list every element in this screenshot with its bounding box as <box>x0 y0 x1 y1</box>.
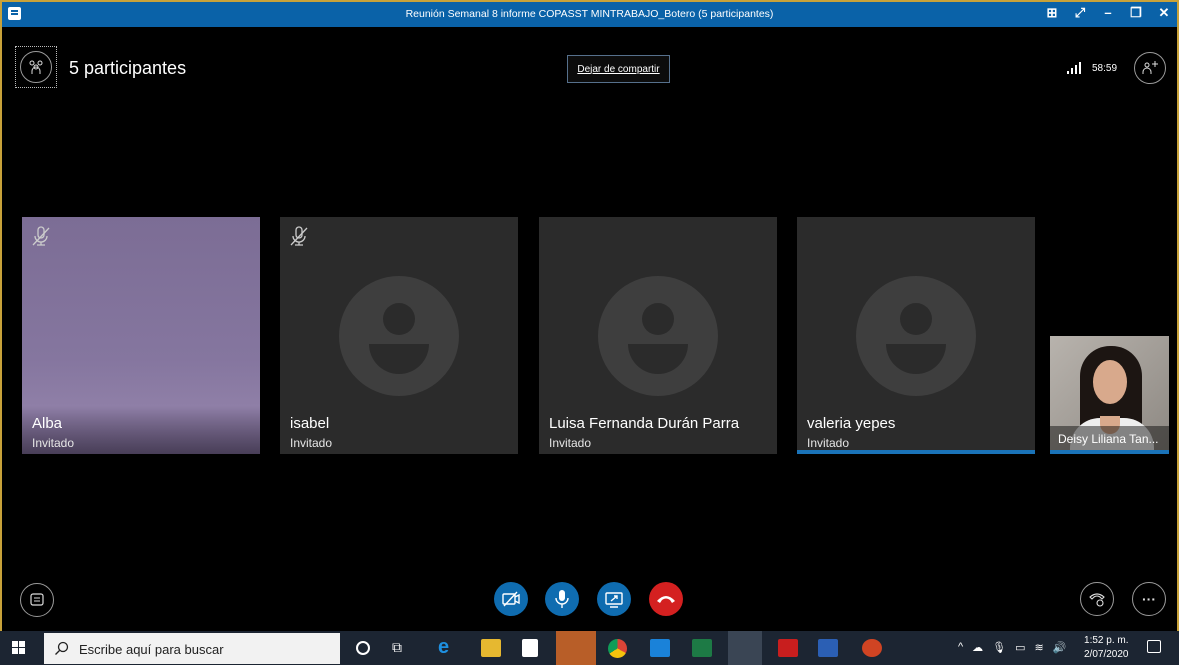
mail-icon[interactable] <box>650 639 670 657</box>
add-people-button[interactable] <box>1134 52 1166 84</box>
microphone-tray-icon[interactable]: 🎙 <box>992 641 1006 654</box>
acrobat-icon[interactable] <box>778 639 798 657</box>
microphone-icon <box>555 590 569 608</box>
mic-muted-icon <box>290 226 308 246</box>
word-icon[interactable] <box>818 639 838 657</box>
participant-tile[interactable]: Luisa Fernanda Durán Parra Invitado <box>539 217 777 454</box>
edge-browser-icon[interactable]: e <box>438 636 458 658</box>
ellipsis-icon: ··· <box>1142 591 1156 607</box>
microphone-button[interactable] <box>545 582 579 616</box>
file-explorer-icon[interactable] <box>481 639 501 657</box>
call-timer: 58:59 <box>1092 63 1118 74</box>
windows-taskbar: Escribe aquí para buscar ⧉ e ^ ☁ 🎙 ▭ ≋ 🔊… <box>0 631 1179 665</box>
battery-icon[interactable]: ▭ <box>1015 641 1025 654</box>
search-placeholder: Escribe aquí para buscar <box>79 642 224 657</box>
volume-icon[interactable]: 🔊 <box>1053 641 1067 654</box>
participant-name: Alba <box>32 415 63 432</box>
minimize-button[interactable]: – <box>1101 5 1115 21</box>
participant-tile[interactable]: valeria yepes Invitado <box>797 217 1035 454</box>
participants-count: 5 participantes <box>69 58 187 78</box>
share-screen-button[interactable] <box>597 582 631 616</box>
powerpoint-icon[interactable] <box>862 639 882 657</box>
chevron-up-icon[interactable]: ^ <box>958 641 963 654</box>
active-speaker-indicator <box>1050 450 1169 454</box>
people-icon <box>29 60 43 74</box>
add-person-icon <box>1142 61 1158 74</box>
self-video-preview[interactable]: Deisy Liliana Tan... <box>1050 336 1169 454</box>
stop-sharing-button[interactable]: Dejar de compartir <box>567 55 670 83</box>
default-avatar-icon <box>856 276 976 396</box>
share-screen-icon <box>605 592 623 608</box>
participant-role: Invitado <box>549 436 592 450</box>
self-name-label: Deisy Liliana Tan... <box>1050 426 1169 450</box>
onedrive-icon[interactable]: ☁ <box>972 641 983 654</box>
more-options-button[interactable]: ··· <box>1132 582 1166 616</box>
skype-business-icon[interactable] <box>728 631 762 665</box>
chrome-icon[interactable] <box>608 639 627 658</box>
clock-time: 1:52 p. m. <box>1084 635 1129 646</box>
excel-icon[interactable] <box>692 639 712 657</box>
participant-role: Invitado <box>32 436 75 450</box>
participant-role: Invitado <box>807 436 850 450</box>
hang-up-icon <box>657 596 675 603</box>
task-view-icon[interactable]: ⧉ <box>392 639 412 657</box>
participants-button[interactable] <box>20 51 52 83</box>
wifi-icon[interactable]: ≋ <box>1035 641 1044 654</box>
compact-view-icon[interactable]: ⊞ <box>1045 5 1059 21</box>
active-speaker-indicator <box>797 450 1035 454</box>
store-icon[interactable] <box>522 639 538 657</box>
title-bar: Reunión Semanal 8 informe COPASST MINTRA… <box>2 2 1177 27</box>
default-avatar-icon <box>339 276 459 396</box>
taskbar-clock[interactable]: 1:52 p. m. 2/07/2020 <box>1084 634 1129 662</box>
windows-start-button[interactable] <box>12 641 26 655</box>
phone-settings-icon <box>1089 593 1105 607</box>
participant-tile[interactable]: Alba Invitado <box>22 217 260 454</box>
call-controls-button[interactable] <box>1080 582 1114 616</box>
default-avatar-icon <box>598 276 718 396</box>
clock-date: 2/07/2020 <box>1084 649 1129 660</box>
system-tray[interactable]: ^ ☁ 🎙 ▭ ≋ 🔊 <box>958 641 1066 654</box>
participant-name: valeria yepes <box>807 415 896 432</box>
chat-button[interactable] <box>20 583 54 617</box>
cortana-icon[interactable] <box>356 641 370 655</box>
participant-name: Luisa Fernanda Durán Parra <box>549 415 740 432</box>
video-toggle-button[interactable] <box>494 582 528 616</box>
outlook-icon[interactable] <box>556 631 596 665</box>
signal-strength-icon <box>1067 62 1081 74</box>
chat-icon <box>30 593 44 606</box>
fullscreen-icon[interactable]: ⤢ <box>1073 5 1087 21</box>
close-button[interactable]: ✕ <box>1157 5 1171 21</box>
participant-role: Invitado <box>290 436 333 450</box>
participant-tile[interactable]: isabel Invitado <box>280 217 518 454</box>
notification-center-icon[interactable] <box>1147 640 1161 653</box>
video-off-icon <box>502 591 520 607</box>
mic-muted-icon <box>32 226 50 246</box>
restore-button[interactable]: ❐ <box>1129 5 1143 21</box>
hang-up-button[interactable] <box>649 582 683 616</box>
search-icon <box>55 641 69 655</box>
participant-name: isabel <box>290 415 330 432</box>
taskbar-search-box[interactable]: Escribe aquí para buscar <box>44 633 340 664</box>
window-title: Reunión Semanal 8 informe COPASST MINTRA… <box>405 8 774 20</box>
